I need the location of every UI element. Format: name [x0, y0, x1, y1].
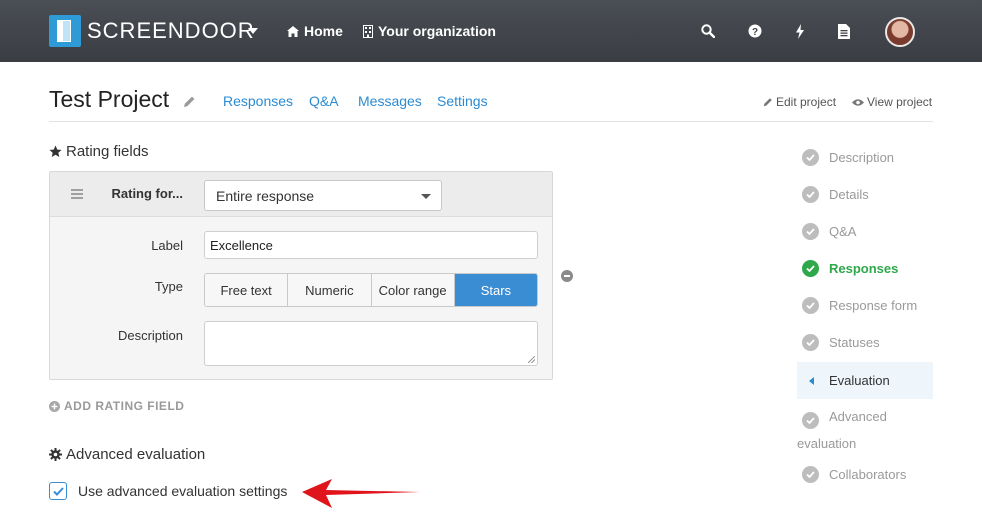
- eye-icon: [852, 98, 864, 106]
- advanced-evaluation-heading-text: Advanced evaluation: [66, 446, 206, 463]
- step-responses[interactable]: Responses: [797, 260, 933, 277]
- step-details[interactable]: Details: [797, 186, 933, 203]
- check-circle-icon: [802, 334, 819, 351]
- step-responses-label: Responses: [829, 261, 899, 276]
- add-rating-field-button[interactable]: ADD RATING FIELD: [49, 399, 184, 413]
- description-textarea[interactable]: [204, 321, 538, 366]
- check-circle-icon: [802, 149, 819, 166]
- remove-field-icon[interactable]: [561, 270, 573, 282]
- check-circle-icon: [802, 223, 819, 240]
- step-description-label: Description: [829, 150, 895, 165]
- check-circle-icon: [802, 466, 819, 483]
- check-circle-icon: [802, 297, 819, 314]
- pencil-icon: [763, 98, 772, 107]
- view-project-label: View project: [867, 95, 933, 109]
- check-circle-icon: [802, 412, 819, 429]
- step-response-form[interactable]: Response form: [797, 297, 933, 314]
- brand-caret-down-icon[interactable]: [248, 28, 258, 34]
- nav-home-label: Home: [304, 23, 343, 39]
- step-collaborators-label: Collaborators: [829, 467, 907, 482]
- caret-left-icon: [809, 376, 814, 385]
- add-rating-field-label: ADD RATING FIELD: [64, 399, 185, 413]
- step-advanced-evaluation[interactable]: Advanced evaluation: [797, 403, 933, 457]
- building-icon: [363, 24, 373, 38]
- svg-text:?: ?: [752, 27, 758, 38]
- rating-field-card-header: Rating for... Entire response: [50, 172, 552, 217]
- step-collaborators[interactable]: Collaborators: [797, 466, 933, 483]
- search-icon[interactable]: [699, 22, 717, 40]
- brand-name: SCREENDOOR: [87, 18, 255, 43]
- help-icon[interactable]: ?: [746, 22, 764, 40]
- nav-home[interactable]: Home: [287, 23, 343, 39]
- description-field-label: Description: [117, 328, 183, 343]
- step-statuses-label: Statuses: [829, 335, 880, 350]
- check-circle-icon: [802, 260, 819, 277]
- rating-fields-heading: Rating fields: [49, 143, 149, 160]
- resize-handle-icon[interactable]: [528, 356, 535, 363]
- plus-circle-icon: [49, 400, 60, 412]
- tab-settings[interactable]: Settings: [437, 93, 488, 109]
- header-divider: [49, 121, 933, 122]
- type-free-text-button[interactable]: Free text: [205, 274, 289, 306]
- advanced-evaluation-heading: Advanced evaluation: [49, 446, 205, 463]
- rating-fields-heading-text: Rating fields: [66, 143, 149, 160]
- chevron-down-icon: [421, 194, 431, 199]
- brand-logo[interactable]: SCREENDOOR: [49, 15, 255, 47]
- rating-for-label: Rating for...: [111, 186, 184, 201]
- step-evaluation[interactable]: Evaluation: [797, 362, 933, 399]
- nav-organization[interactable]: Your organization: [363, 23, 496, 39]
- step-description[interactable]: Description: [797, 149, 933, 166]
- pencil-icon[interactable]: [183, 95, 196, 108]
- rating-for-select[interactable]: Entire response: [204, 180, 442, 211]
- checkmark-icon: [52, 486, 64, 496]
- step-qa-label: Q&A: [829, 224, 857, 239]
- type-toggle-group: Free text Numeric Color range Stars: [204, 273, 538, 307]
- step-statuses[interactable]: Statuses: [797, 334, 933, 351]
- advanced-evaluation-checkbox-label[interactable]: Use advanced evaluation settings: [78, 483, 287, 499]
- step-details-label: Details: [829, 187, 869, 202]
- label-field-label: Label: [151, 238, 183, 253]
- step-advanced-evaluation-label-2: evaluation: [797, 436, 857, 451]
- home-icon: [287, 25, 299, 37]
- type-color-range-button[interactable]: Color range: [371, 274, 455, 306]
- rating-field-card: Rating for... Entire response Label Exce…: [49, 171, 553, 380]
- page-title: Test Project: [49, 86, 170, 112]
- top-navbar: SCREENDOOR Home Your organization ?: [0, 0, 982, 62]
- tab-qa[interactable]: Q&A: [309, 93, 339, 109]
- drag-handle-icon[interactable]: [71, 189, 83, 201]
- tab-responses[interactable]: Responses: [223, 93, 293, 109]
- edit-project-label: Edit project: [776, 95, 837, 109]
- bolt-icon[interactable]: [791, 22, 809, 40]
- step-evaluation-label: Evaluation: [829, 373, 890, 388]
- label-input[interactable]: Excellence: [204, 231, 538, 259]
- type-stars-button[interactable]: Stars: [454, 274, 537, 306]
- tab-messages[interactable]: Messages: [358, 93, 422, 109]
- step-response-form-label: Response form: [829, 298, 918, 313]
- step-qa[interactable]: Q&A: [797, 223, 933, 240]
- gear-icon: [49, 448, 62, 461]
- edit-project-link[interactable]: Edit project: [763, 95, 836, 109]
- step-advanced-evaluation-label-1: Advanced: [829, 409, 887, 424]
- view-project-link[interactable]: View project: [852, 95, 932, 109]
- type-numeric-button[interactable]: Numeric: [288, 274, 372, 306]
- check-circle-icon: [802, 186, 819, 203]
- avatar[interactable]: [885, 17, 915, 47]
- advanced-evaluation-checkbox[interactable]: [49, 482, 67, 500]
- nav-organization-label: Your organization: [378, 23, 496, 39]
- rating-for-value: Entire response: [216, 188, 315, 204]
- type-field-label: Type: [154, 279, 183, 294]
- document-icon[interactable]: [835, 22, 853, 40]
- red-arrow-annotation: [302, 479, 420, 508]
- screendoor-logo-icon: [49, 15, 81, 47]
- star-icon: [49, 145, 62, 157]
